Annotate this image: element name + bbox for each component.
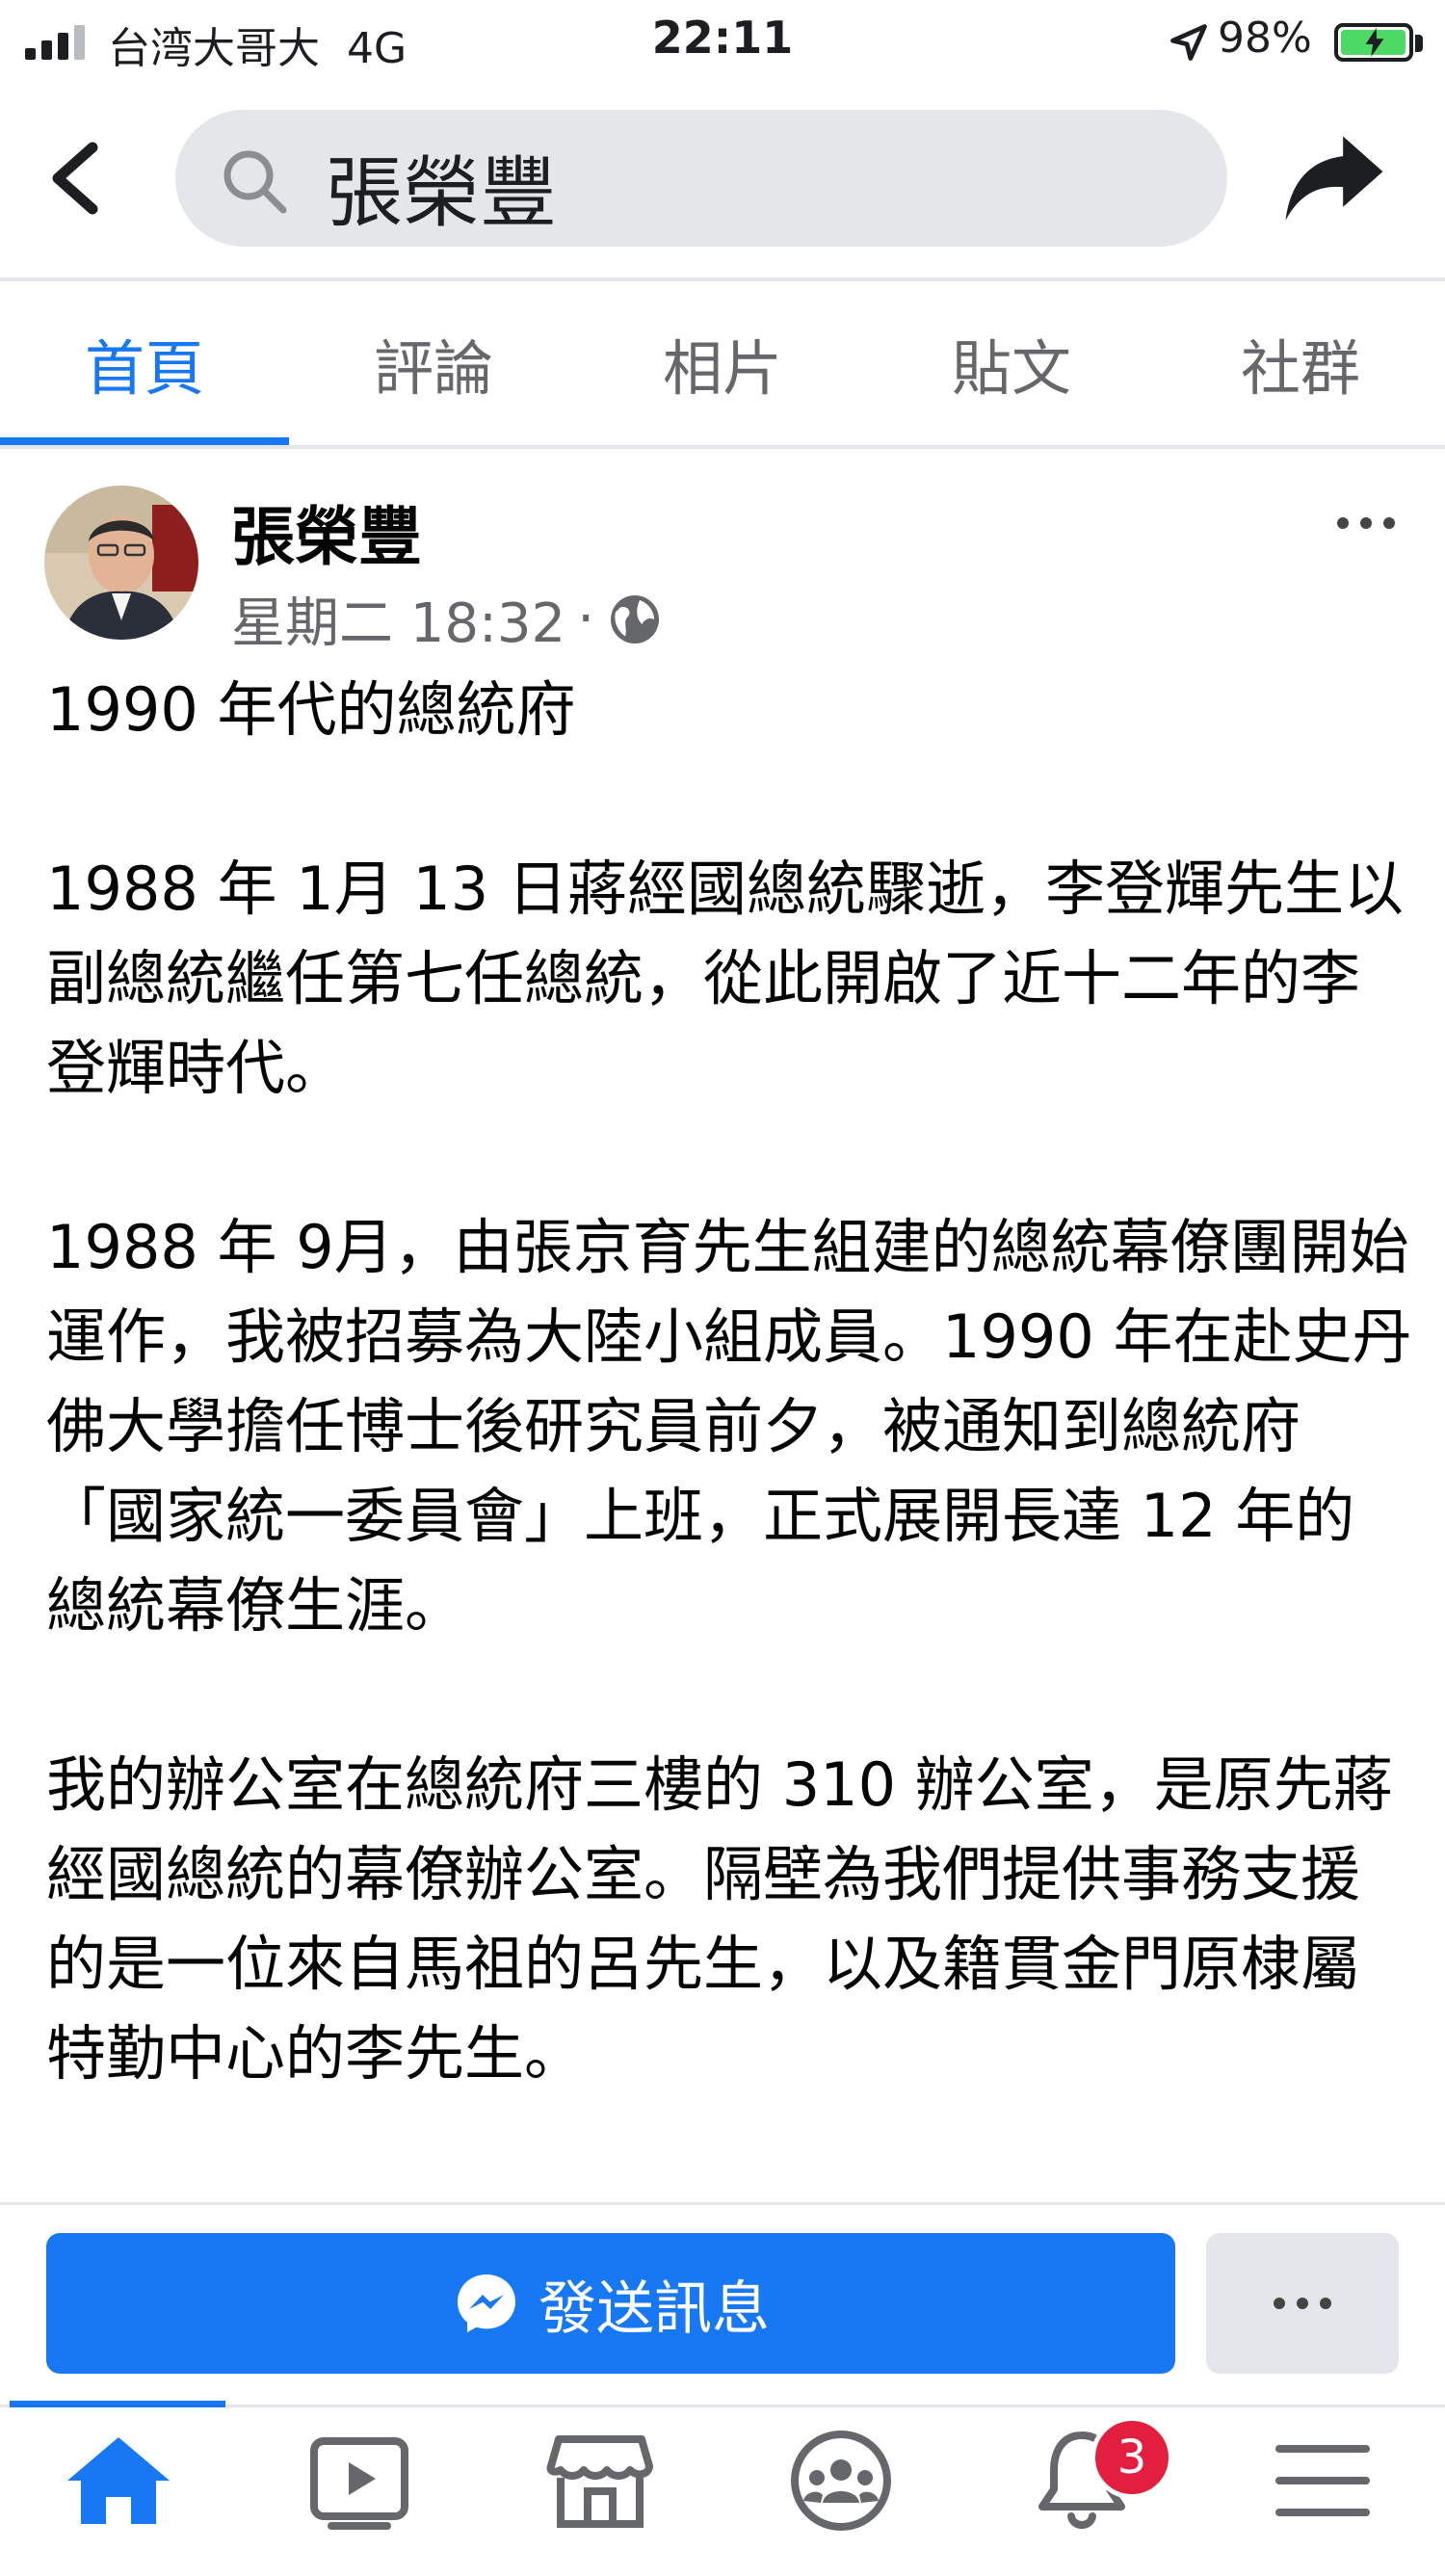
search-icon bbox=[223, 150, 287, 214]
groups-icon[interactable] bbox=[778, 2428, 904, 2534]
messenger-icon bbox=[458, 2274, 515, 2332]
post-timestamp[interactable]: 星期二 18:32 bbox=[231, 580, 565, 658]
tabs-divider bbox=[0, 445, 1445, 449]
more-options-icon[interactable] bbox=[1327, 509, 1405, 538]
post-paragraph: 我的辦公室在總統府三樓的 310 辦公室，是原先蔣經國總統的幕僚辦公室。隔壁為我… bbox=[46, 1749, 1393, 2089]
tab-reviews[interactable]: 評論 bbox=[289, 320, 578, 407]
post-body: 1990 年代的總統府 1988 年 1月 13 日蔣經國總統驟逝，李登輝先生以… bbox=[46, 665, 1414, 2202]
status-bar: 台湾大哥大 4G 22:11 98% bbox=[0, 0, 1445, 87]
post-paragraph: 1988 年 9月，由張京育先生組建的總統幕僚團開始運作，我被招募為大陸小組成員… bbox=[46, 1212, 1412, 1641]
tab-community[interactable]: 社群 bbox=[1156, 320, 1445, 407]
send-message-button[interactable]: 發送訊息 bbox=[46, 2233, 1175, 2374]
location-arrow-icon bbox=[1170, 24, 1207, 61]
tab-home[interactable]: 首頁 bbox=[0, 320, 289, 407]
share-icon[interactable] bbox=[1281, 127, 1387, 229]
watch-icon[interactable] bbox=[297, 2428, 422, 2534]
notification-badge: 3 bbox=[1090, 2416, 1173, 2499]
send-message-label: 發送訊息 bbox=[539, 2274, 770, 2343]
back-arrow-icon[interactable] bbox=[39, 135, 116, 222]
ellipsis-icon bbox=[1274, 2298, 1331, 2309]
active-nav-indicator bbox=[10, 2401, 225, 2407]
menu-icon[interactable] bbox=[1260, 2428, 1385, 2534]
post-paragraph: 1988 年 1月 13 日蔣經國總統驟逝，李登輝先生以副總統繼任第七任總統，從… bbox=[46, 854, 1404, 1103]
search-query[interactable]: 張榮豐 bbox=[326, 131, 557, 243]
action-bar-divider bbox=[0, 2202, 1445, 2205]
avatar[interactable] bbox=[44, 486, 198, 640]
post-paragraph: 通常我早上 6:30–7:00 左右就到總統府上班 bbox=[46, 2188, 1414, 2202]
tab-posts[interactable]: 貼文 bbox=[867, 320, 1156, 407]
post-meta: 星期二 18:32 · bbox=[231, 580, 664, 658]
home-icon[interactable] bbox=[56, 2428, 181, 2534]
meta-separator: · bbox=[577, 588, 594, 650]
more-actions-button[interactable] bbox=[1206, 2233, 1399, 2374]
profile-tabs: 首頁 評論 相片 貼文 社群 bbox=[0, 281, 1445, 445]
battery-icon bbox=[1334, 23, 1413, 62]
marketplace-icon[interactable] bbox=[538, 2428, 663, 2534]
globe-icon bbox=[611, 594, 659, 644]
active-tab-indicator bbox=[0, 437, 289, 445]
post-author[interactable]: 張榮豐 bbox=[231, 486, 422, 578]
tab-photos[interactable]: 相片 bbox=[578, 320, 867, 407]
battery-percent: 98% bbox=[1218, 13, 1312, 63]
battery-cap bbox=[1415, 35, 1423, 52]
post-body-viewport: 1990 年代的總統府 1988 年 1月 13 日蔣經國總統驟逝，李登輝先生以… bbox=[0, 665, 1445, 2202]
post-paragraph: 1990 年代的總統府 bbox=[46, 674, 576, 745]
